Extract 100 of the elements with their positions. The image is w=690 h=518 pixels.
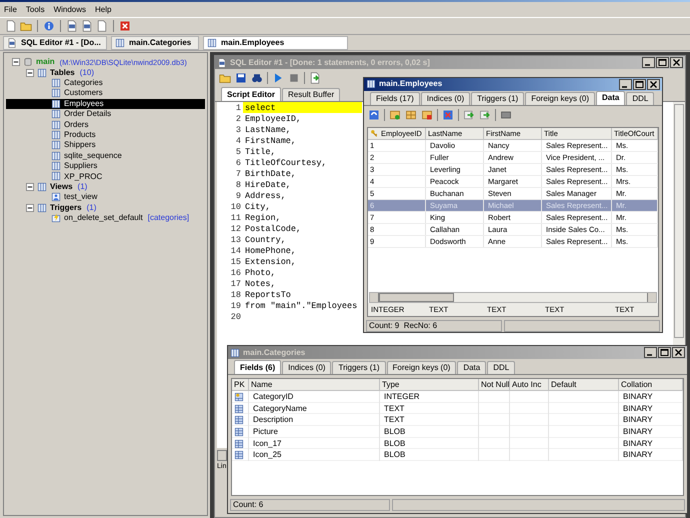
panel-icon[interactable] xyxy=(500,109,512,122)
tree-item[interactable]: Employees xyxy=(6,98,205,109)
column-header[interactable]: Default xyxy=(551,379,576,391)
sql-document-icon[interactable] xyxy=(66,20,78,32)
tree-item[interactable]: Categories xyxy=(6,78,205,88)
menu-item[interactable]: Tools xyxy=(26,4,45,16)
info-icon[interactable] xyxy=(43,20,55,32)
tab[interactable]: Triggers (1) xyxy=(332,361,386,374)
table-icon xyxy=(51,78,61,88)
tree-item[interactable]: Suppliers xyxy=(6,160,205,172)
tree-item[interactable]: on_delete_set_default [categories] xyxy=(6,212,205,224)
tab[interactable]: Indices (0) xyxy=(282,361,332,374)
table-cell: BLOB xyxy=(384,438,406,450)
table-icon xyxy=(51,171,61,182)
tab[interactable]: Fields (6) xyxy=(234,360,282,374)
vertical-scrollbar[interactable] xyxy=(674,104,684,338)
collapse-toggle-icon[interactable] xyxy=(26,68,34,77)
run-icon[interactable] xyxy=(272,72,284,84)
scroll-left-button[interactable] xyxy=(217,450,227,461)
column-header[interactable]: Type xyxy=(382,379,400,391)
export-icon[interactable] xyxy=(309,72,321,84)
grid-icon[interactable] xyxy=(405,109,417,122)
tree-item[interactable]: Products xyxy=(6,130,205,140)
binoculars-icon[interactable] xyxy=(251,72,263,84)
document-tab[interactable]: main.Employees xyxy=(203,36,348,50)
trigger-icon xyxy=(51,213,61,224)
tab[interactable]: Script Editor xyxy=(221,87,282,101)
document-icon[interactable] xyxy=(96,20,108,32)
tree-item[interactable]: Orders xyxy=(6,119,205,130)
refresh-icon[interactable] xyxy=(368,109,380,122)
maximize-button[interactable] xyxy=(656,57,669,68)
delete-row-icon[interactable] xyxy=(421,109,433,122)
minimize-button[interactable] xyxy=(644,347,657,358)
column-header[interactable]: PK xyxy=(234,379,245,391)
column-header[interactable]: Collation xyxy=(621,379,652,391)
window-icon xyxy=(366,79,376,90)
collapse-toggle-icon[interactable] xyxy=(12,58,20,66)
minimize-button[interactable] xyxy=(619,78,632,90)
table-icon xyxy=(51,150,61,161)
maximize-button[interactable] xyxy=(658,347,671,358)
tab[interactable]: Indices (0) xyxy=(420,92,470,105)
table-cell: BLOB xyxy=(384,426,406,438)
table-icon xyxy=(51,98,61,109)
sql-document-icon xyxy=(7,38,17,48)
menu-item[interactable]: File xyxy=(4,4,17,16)
cancel-icon[interactable] xyxy=(442,109,454,122)
close-button[interactable] xyxy=(647,78,660,90)
document-tab[interactable]: SQL Editor #1 - [Do... xyxy=(3,36,107,50)
table-icon xyxy=(37,182,47,192)
tab[interactable]: Foreign keys (0) xyxy=(525,92,595,105)
open-folder-icon[interactable] xyxy=(219,72,231,84)
minimize-button[interactable] xyxy=(642,57,655,68)
stop-icon[interactable] xyxy=(288,72,300,84)
tree-item[interactable]: sqlite_sequence xyxy=(6,150,205,161)
tree-item[interactable]: Triggers (1) xyxy=(6,202,205,213)
column-header[interactable]: Auto Inc xyxy=(512,379,542,391)
column-header[interactable]: Not Null xyxy=(481,379,510,391)
window-title: main.Employees xyxy=(379,78,442,90)
table-icon xyxy=(51,161,61,172)
menu-item[interactable]: Windows xyxy=(54,4,86,16)
window-title: SQL Editor #1 - [Done: 1 statements, 0 errors, 0,02 s] xyxy=(230,56,430,68)
add-row-icon[interactable] xyxy=(389,109,401,122)
menu-item[interactable]: Help xyxy=(95,4,112,16)
database-icon xyxy=(23,57,33,68)
tree-item[interactable]: XP_PROC xyxy=(6,171,205,182)
collapse-toggle-icon[interactable] xyxy=(26,182,34,191)
sql-document-icon[interactable] xyxy=(81,20,93,32)
floppy-icon[interactable] xyxy=(235,72,247,84)
tab[interactable]: DDL xyxy=(626,92,654,105)
tab[interactable]: Fields (17) xyxy=(370,92,420,105)
close-button[interactable] xyxy=(672,347,685,358)
maximize-button[interactable] xyxy=(633,78,646,90)
tab[interactable]: Triggers (1) xyxy=(471,92,524,105)
table-cell: TEXT xyxy=(384,414,404,426)
tree-item[interactable]: Shippers xyxy=(6,140,205,151)
table-icon xyxy=(37,68,47,78)
table-icon xyxy=(51,88,61,98)
horizontal-scrollbar[interactable] xyxy=(369,292,657,303)
tab[interactable]: Result Buffer xyxy=(282,88,340,101)
tree-item[interactable]: Customers xyxy=(6,88,205,99)
collapse-toggle-icon[interactable] xyxy=(26,204,34,212)
tree-item[interactable]: test_view xyxy=(6,192,205,202)
tree-item[interactable]: Order Details xyxy=(6,108,205,120)
close-button[interactable] xyxy=(670,57,683,68)
tab[interactable]: Data xyxy=(596,90,626,105)
column-header[interactable]: Name xyxy=(251,379,272,391)
table-cell: BINARY xyxy=(623,414,653,426)
table-cell: CategoryID xyxy=(253,391,294,403)
document-tab[interactable]: main.Categories xyxy=(111,36,199,50)
tab[interactable]: DDL xyxy=(487,361,516,374)
open-folder-icon[interactable] xyxy=(20,20,32,32)
tab[interactable]: Foreign keys (0) xyxy=(386,361,456,374)
new-file-icon[interactable] xyxy=(5,20,17,32)
tree-item[interactable]: Views (1) xyxy=(6,182,205,192)
close-icon[interactable] xyxy=(119,20,131,32)
tree-item[interactable]: Tables (10) xyxy=(6,67,205,78)
table-icon xyxy=(51,109,61,120)
table-cell: Description xyxy=(253,414,294,426)
table-icon xyxy=(51,130,61,140)
tab[interactable]: Data xyxy=(457,361,486,374)
